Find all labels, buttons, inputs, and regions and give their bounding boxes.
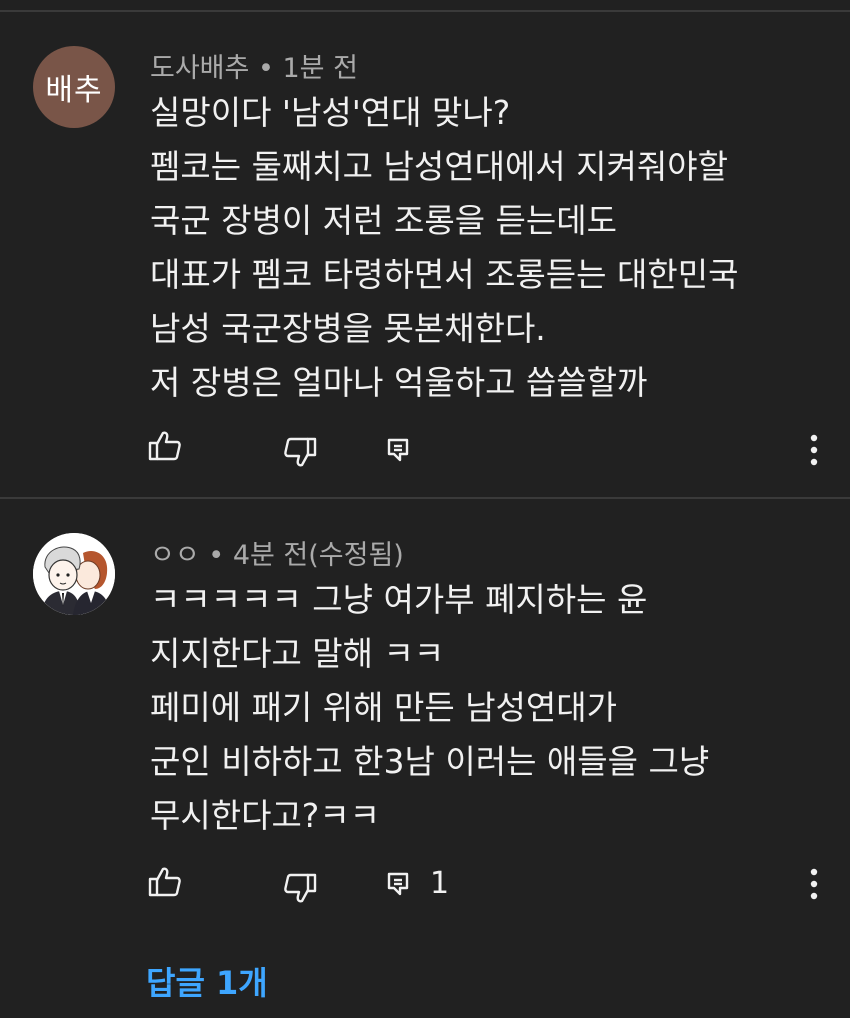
comment-divider <box>0 497 850 499</box>
top-divider <box>0 10 850 12</box>
reply-button[interactable]: 1 <box>386 866 449 901</box>
avatar-initials: 배추 <box>45 73 103 108</box>
thumbs-down-icon <box>283 872 317 904</box>
comment-line: 실망이다 '남성'연대 맞나? <box>150 93 511 132</box>
comment-line: 펨코는 둘째치고 남성연대에서 지켜줘야할 <box>150 147 728 186</box>
comment-time: 1분 전 <box>282 53 358 84</box>
avatar-illustration <box>33 533 115 615</box>
author-name[interactable]: ㅇㅇ <box>150 540 200 571</box>
like-button[interactable] <box>148 430 182 462</box>
comment-line: 저 장병은 얼마나 억울하고 씁쓸할까 <box>150 363 648 402</box>
reply-count: 1 <box>430 866 450 901</box>
comment-line: 페미에 패기 위해 만든 남성연대가 <box>150 688 617 727</box>
meta-separator: • <box>257 53 274 84</box>
reply-comment-icon <box>386 871 410 897</box>
author-name[interactable]: 도사배추 <box>150 53 249 84</box>
thumbs-up-icon <box>148 866 182 898</box>
more-options-button[interactable] <box>804 866 824 902</box>
meta-separator: • <box>208 540 225 571</box>
comment-line: 남성 국군장병을 못본채한다. <box>150 309 546 348</box>
comment-line: 국군 장병이 저런 조롱을 듣는데도 <box>150 201 617 240</box>
like-button[interactable] <box>148 866 182 898</box>
more-vertical-icon <box>804 432 824 468</box>
dislike-button[interactable] <box>283 872 317 904</box>
thumbs-down-icon <box>283 436 317 468</box>
comment-line: 지지한다고 말해 ㅋㅋ <box>150 634 445 673</box>
comment-time: 4분 전(수정됨) <box>232 540 404 571</box>
comment-body: ㅋㅋㅋㅋㅋ 그냥 여가부 폐지하는 윤 지지한다고 말해 ㅋㅋ 페미에 패기 위… <box>150 573 709 843</box>
more-options-button[interactable] <box>804 432 824 468</box>
view-replies-link[interactable]: 답글 1개 <box>146 958 268 1004</box>
comment-body: 실망이다 '남성'연대 맞나? 펨코는 둘째치고 남성연대에서 지켜줘야할 국군… <box>150 86 738 410</box>
comment-line: ㅋㅋㅋㅋㅋ 그냥 여가부 폐지하는 윤 <box>150 580 648 619</box>
comment-meta: 도사배추 • 1분 전 <box>150 46 358 85</box>
comment-meta: ㅇㅇ • 4분 전(수정됨) <box>150 533 404 572</box>
reply-comment-icon <box>386 437 410 463</box>
comment-line: 대표가 펨코 타령하면서 조롱듣는 대한민국 <box>150 255 739 294</box>
thumbs-up-icon <box>148 430 182 462</box>
more-vertical-icon <box>804 866 824 902</box>
avatar[interactable] <box>33 533 115 615</box>
comment-line: 무시한다고?ㅋㅋ <box>150 796 381 835</box>
dislike-button[interactable] <box>283 436 317 468</box>
reply-button[interactable] <box>386 437 430 463</box>
comment-line: 군인 비하하고 한3남 이러는 애들을 그냥 <box>150 742 710 781</box>
avatar[interactable]: 배추 <box>33 46 115 128</box>
